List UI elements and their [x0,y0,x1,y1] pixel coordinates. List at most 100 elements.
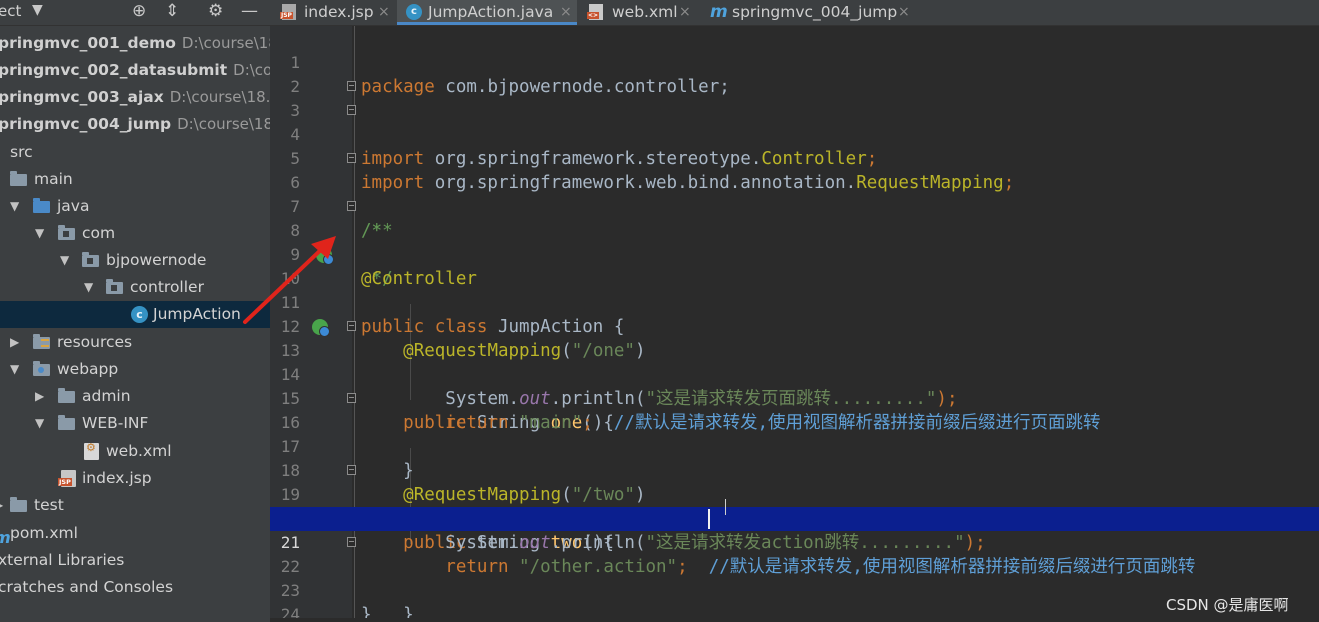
tree-item-module[interactable]: pringmvc_002_datasubmit D:\course [0,57,270,84]
tree-item-resources[interactable]: ▶ resources [0,329,270,356]
tree-item-index-jsp[interactable]: JSP index.jsp [0,465,270,492]
tree-item-pom-xml[interactable]: m pom.xml [0,520,270,547]
request-mapping-icon[interactable] [312,319,330,337]
tree-item-label: controller [130,278,204,296]
tree-item-label: JumpAction [153,305,241,323]
tab-index-jsp[interactable]: JSP index.jsp × [276,0,394,25]
folder-icon [10,171,27,186]
code-line[interactable]: 23 } [270,555,1319,622]
tree-item-label: webapp [57,360,119,378]
chevron-down-icon[interactable]: ▼ [35,410,44,437]
chevron-down-icon[interactable]: ▼ [35,220,44,247]
code-line[interactable]: 16 } [270,387,1319,481]
tree-item-webapp[interactable]: ▼ webapp [0,356,270,383]
module-path: D:\course\18.Spr [169,88,270,106]
spring-bean-icon[interactable] [316,247,334,265]
code-line[interactable]: 4 import org.springframework.web.bind.an… [270,99,1319,193]
code-line[interactable]: 2 [270,51,1319,96]
tab-jumpaction-java[interactable]: c JumpAction.java × [397,0,577,25]
tree-item-module[interactable]: pringmvc_003_ajax D:\course\18.Spr [0,84,270,111]
close-icon[interactable]: × [378,0,390,24]
collapse-all-icon[interactable]: ⇕ [165,1,179,21]
close-icon[interactable]: × [560,0,572,24]
locate-target-icon[interactable]: ⊕ [132,1,146,21]
code-line-current[interactable]: 21 return "/other.action"; //默认是请求转发,使用视… [270,507,1319,577]
code-line[interactable]: 8 */ [270,195,1319,289]
code-line[interactable]: 9 @Controller [270,219,1319,289]
code-line[interactable]: 7 * [270,171,1319,241]
folder-icon [58,388,75,403]
code-line[interactable]: 24 [270,579,1319,622]
tree-item-web-xml[interactable]: ⚙ web.xml [0,438,270,465]
resources-folder-icon [33,334,50,349]
project-view-title[interactable]: ect [0,2,21,20]
module-name: pringmvc_003_ajax [0,88,164,106]
code-line[interactable]: 1 package com.bjpowernode.controller; [270,27,1319,97]
web-folder-icon [33,361,50,376]
fold-end-icon[interactable] [347,105,356,115]
tree-item-module[interactable]: pringmvc_004_jump D:\course\18.Sp [0,111,270,138]
fold-end-icon[interactable] [347,201,356,211]
chevron-right-icon[interactable]: ▶ [10,329,19,356]
tree-item-scratches[interactable]: cratches and Consoles [0,574,270,601]
tab-web-xml[interactable]: <> web.xml × [582,0,697,25]
tree-item-main[interactable]: main [0,166,270,193]
tree-item-module[interactable]: pringmvc_001_demo D:\course\18.Sp [0,30,270,57]
code-line[interactable]: 18 @RequestMapping("/two") [270,435,1319,505]
code-line[interactable]: 15 return "main"; //默认是请求转发,使用视图解析器拼接前缀后… [270,363,1319,433]
code-line[interactable]: 13 public String one(){ [270,315,1319,433]
fold-toggle-icon[interactable] [347,465,356,475]
gear-icon[interactable]: ⚙ [208,1,223,21]
tree-item-label: cratches and Consoles [0,578,174,596]
tree-item-web-inf[interactable]: ▼ WEB-INF [0,410,270,437]
fold-toggle-icon[interactable] [347,153,356,163]
chevron-down-icon[interactable]: ▼ [32,2,43,18]
tree-item-src[interactable]: src [0,139,270,166]
tree-item-label: bjpowernode [106,251,207,269]
project-panel-header: ect ▼ ⊕ ⇕ ⚙ — [0,0,270,26]
code-line[interactable]: 5 [270,123,1319,168]
tree-item-test[interactable]: ▶ test [0,492,270,519]
chevron-right-icon[interactable]: ▶ [35,383,44,410]
jsp-file-icon: JSP [58,470,76,487]
tree-item-external-libraries[interactable]: xternal Libraries [0,547,270,574]
chevron-down-icon[interactable]: ▼ [60,247,69,274]
tree-item-com[interactable]: ▼ com [0,220,270,247]
tree-item-label: src [10,143,33,161]
tree-item-label: web.xml [106,442,172,460]
code-line[interactable]: 14 System.out.println("这是请求转发页面跳转.......… [270,339,1319,409]
tree-item-label: index.jsp [82,469,152,487]
code-line[interactable]: 17 [270,411,1319,456]
code-line[interactable]: 6 /** [270,147,1319,241]
java-class-icon: c [131,306,148,323]
code-line[interactable]: 11 [270,267,1319,312]
close-icon[interactable]: × [898,0,910,24]
code-line[interactable]: 12 @RequestMapping("/one") [270,291,1319,361]
tab-label: JumpAction.java [428,3,554,21]
tree-item-java[interactable]: ▼ java [0,193,270,220]
chevron-down-icon[interactable]: ▼ [10,193,19,220]
code-line[interactable]: 10 public class JumpAction { [270,243,1319,337]
tree-item-bjpowernode[interactable]: ▼ bjpowernode [0,247,270,274]
tree-item-jumpaction[interactable]: c JumpAction [0,301,270,328]
chevron-down-icon[interactable]: ▼ [84,274,93,301]
tree-item-controller[interactable]: ▼ controller [0,274,270,301]
fold-end-icon[interactable] [347,393,356,403]
fold-end-icon[interactable] [347,537,356,547]
code-line[interactable]: 20 System.out.println("这是请求转发action跳转...… [270,483,1319,553]
chevron-down-icon[interactable]: ▼ [10,356,19,383]
code-line[interactable]: 22 } [270,531,1319,622]
fold-toggle-icon[interactable] [347,321,356,331]
tab-springmvc-004-jump[interactable]: m springmvc_004_jump × [702,0,917,25]
chevron-right-icon[interactable]: ▶ [0,492,3,519]
module-name: pringmvc_002_datasubmit [0,61,228,79]
code-editor[interactable]: 1 package com.bjpowernode.controller; 2 … [270,26,1319,622]
xml-file-icon: ⚙ [84,442,99,460]
fold-toggle-icon[interactable] [347,81,356,91]
code-line[interactable]: 3 import org.springframework.stereotype.… [270,75,1319,169]
code-line[interactable]: 19 public String two(){ [270,459,1319,553]
tree-item-admin[interactable]: ▶ admin [0,383,270,410]
hide-panel-icon[interactable]: — [241,1,258,21]
close-icon[interactable]: × [679,0,691,24]
package-icon [82,252,99,267]
